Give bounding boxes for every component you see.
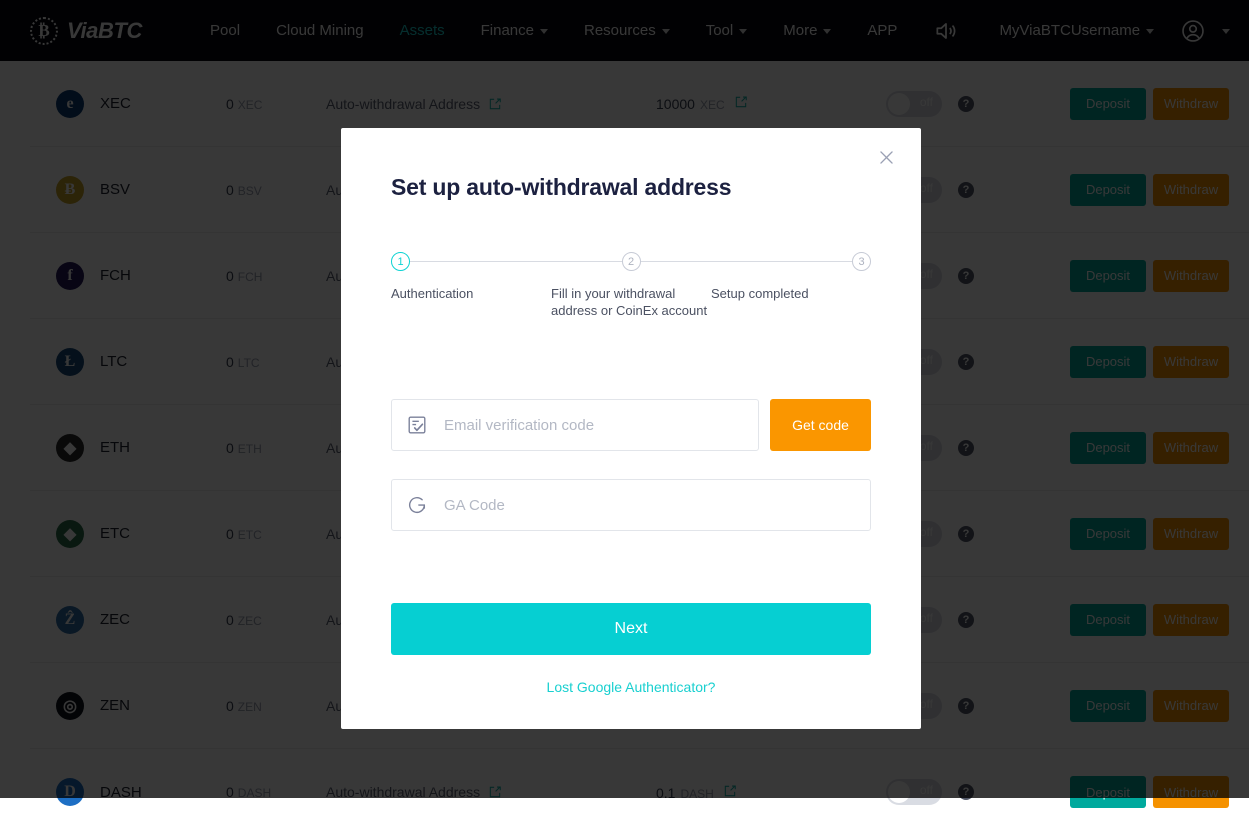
get-code-button[interactable]: Get code <box>770 399 871 451</box>
step-dot-3: 3 <box>852 252 871 271</box>
email-code-input[interactable] <box>444 417 744 434</box>
ga-code-row <box>391 479 871 531</box>
step-number: 2 <box>628 256 634 268</box>
step-labels: Authentication Fill in your withdrawal a… <box>391 285 871 319</box>
google-authenticator-icon <box>406 494 428 516</box>
close-icon[interactable] <box>871 142 901 172</box>
close-x-glyph <box>877 148 896 167</box>
step-connector <box>410 261 622 263</box>
step-connector <box>641 261 853 263</box>
page-title: Set up auto-withdrawal address <box>391 174 871 201</box>
step-number: 1 <box>397 256 403 268</box>
email-code-input-wrap[interactable] <box>391 399 759 451</box>
step-label-1: Authentication <box>391 285 551 319</box>
auto-withdrawal-setup-dialog: Set up auto-withdrawal address 1 2 3 Aut… <box>341 128 921 729</box>
lost-authenticator-link[interactable]: Lost Google Authenticator? <box>391 679 871 695</box>
email-code-row: Get code <box>391 399 871 451</box>
step-number: 3 <box>858 256 864 268</box>
next-button[interactable]: Next <box>391 603 871 655</box>
ga-code-input[interactable] <box>444 497 856 514</box>
email-verification-icon <box>406 414 428 436</box>
step-track: 1 2 3 <box>391 252 871 271</box>
ga-code-input-wrap[interactable] <box>391 479 871 531</box>
step-dot-2: 2 <box>622 252 641 271</box>
step-label-3: Setup completed <box>711 285 871 319</box>
step-dot-1: 1 <box>391 252 410 271</box>
step-label-2: Fill in your withdrawal address or CoinE… <box>551 285 711 319</box>
step-indicator: 1 2 3 Authentication Fill in your withdr… <box>391 252 871 319</box>
